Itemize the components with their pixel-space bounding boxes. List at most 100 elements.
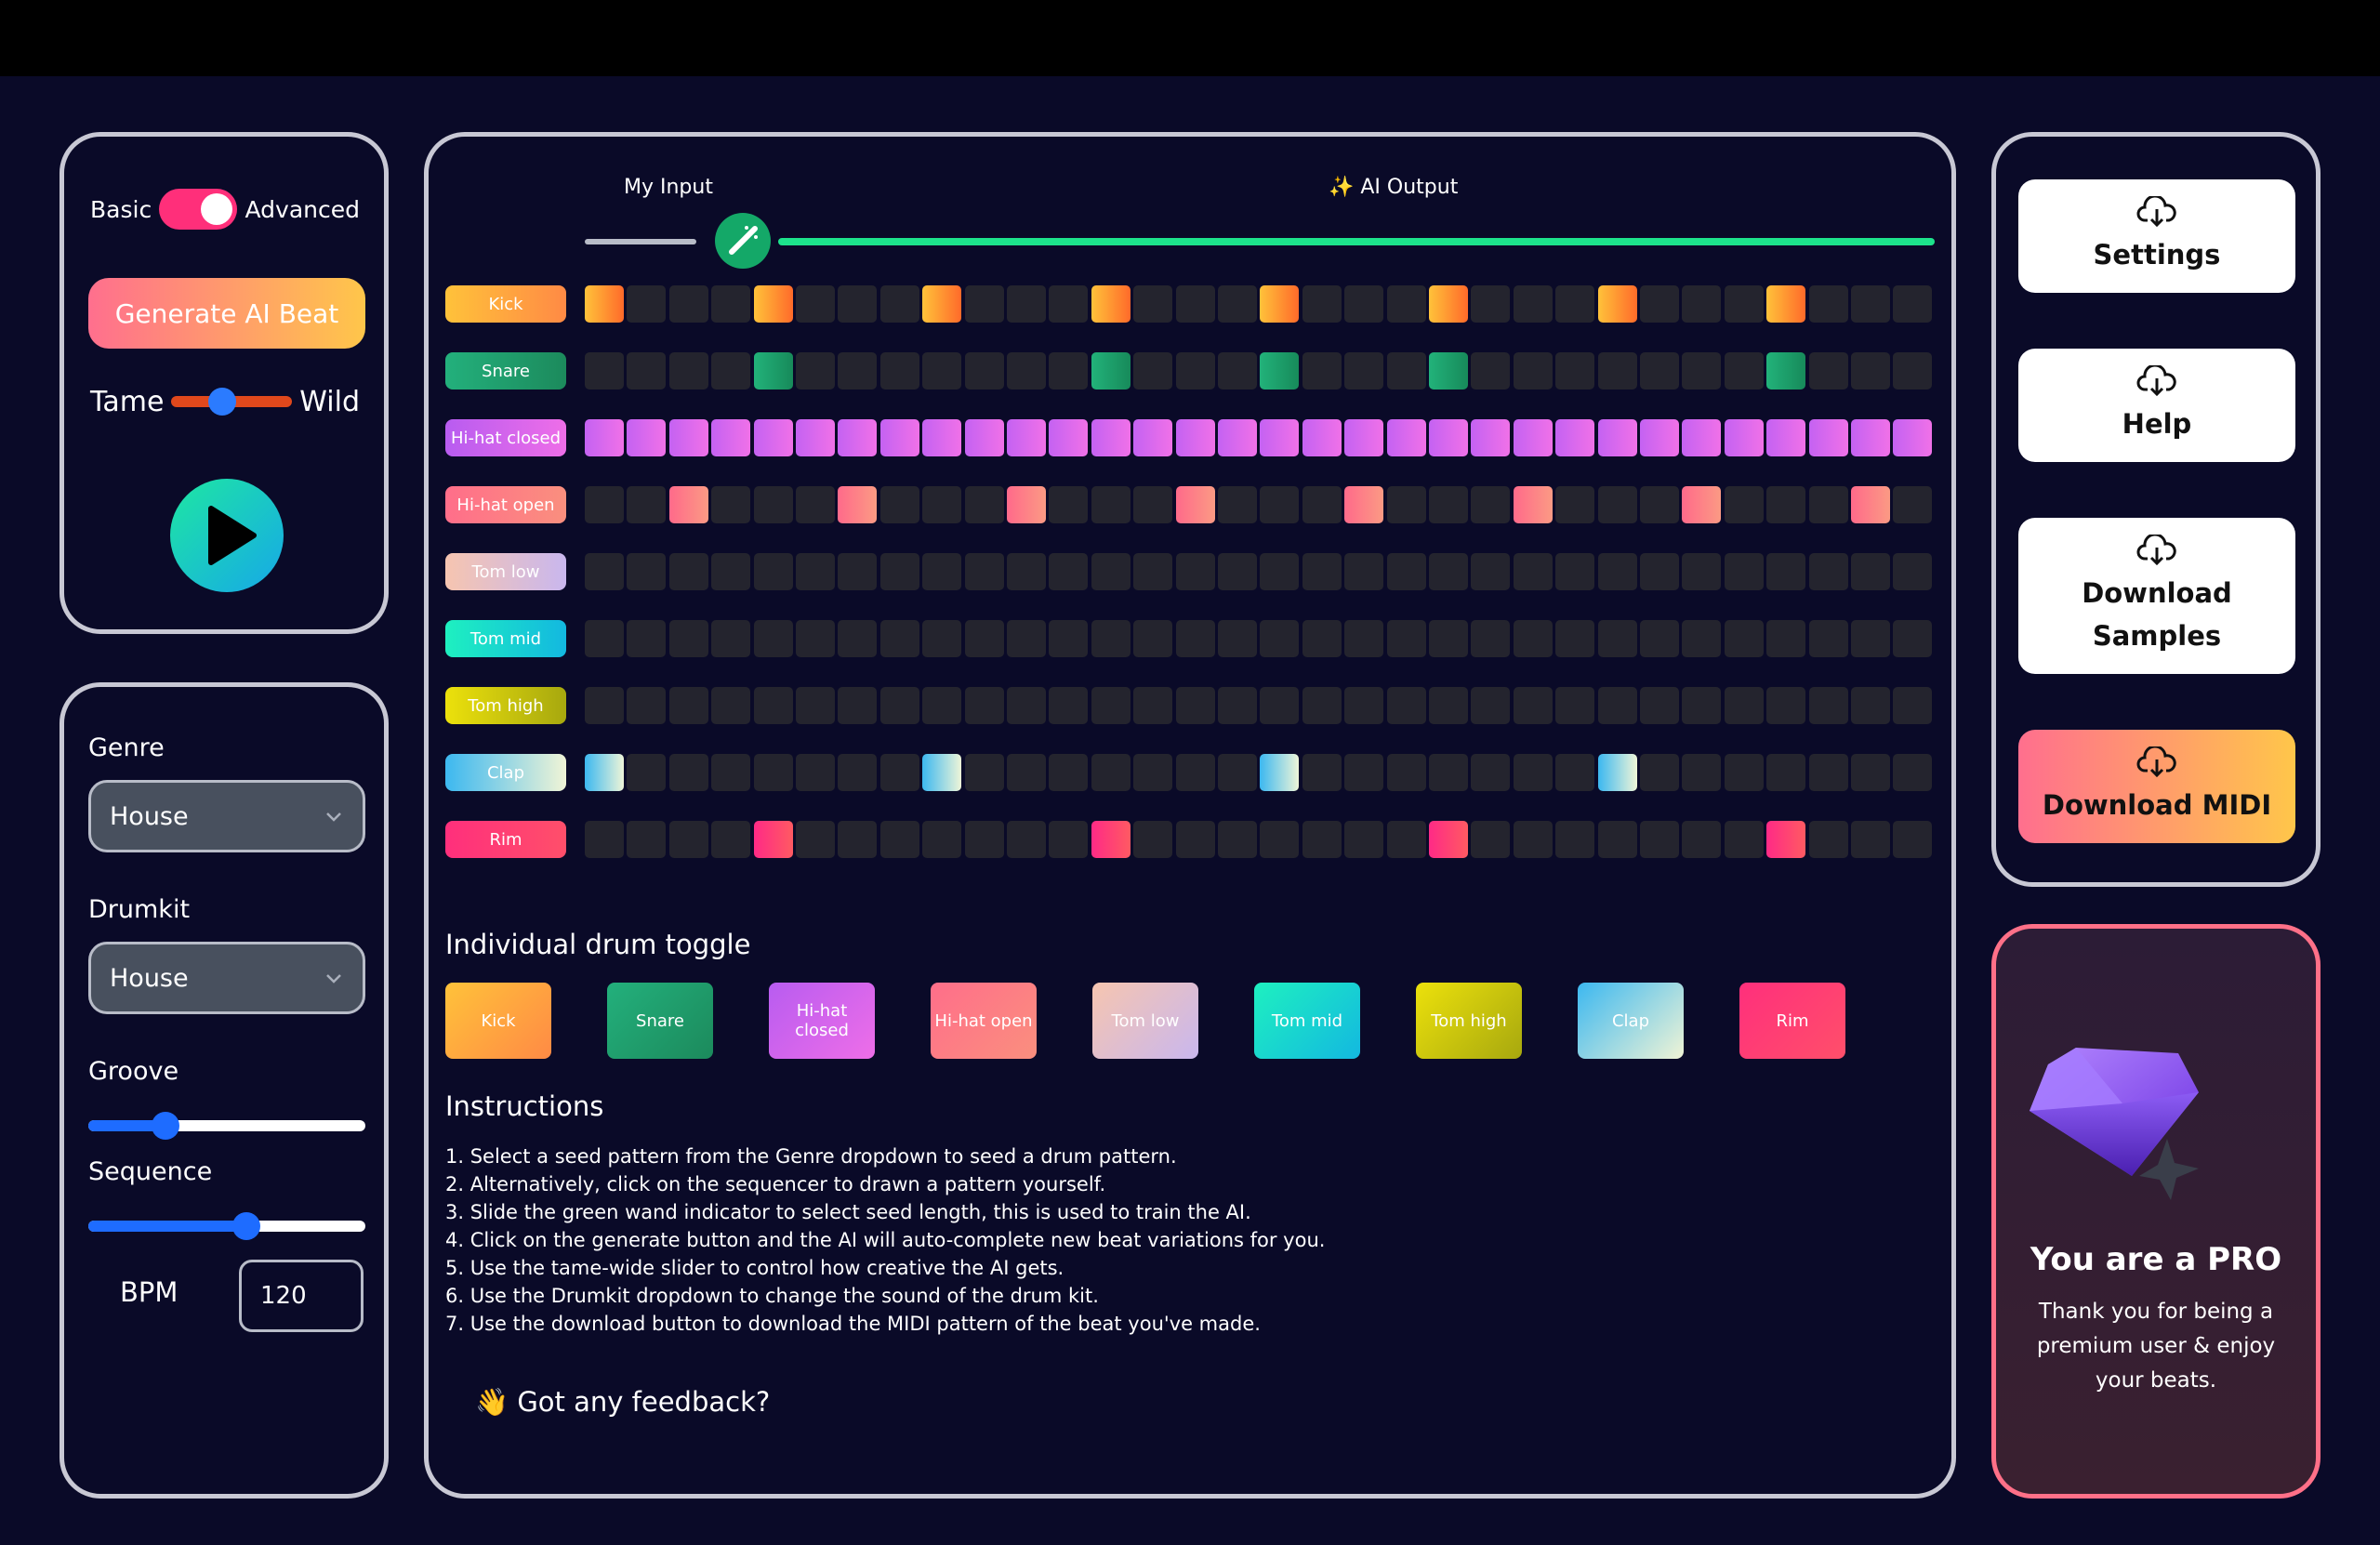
step-cell[interactable] <box>1682 754 1722 791</box>
step-cell[interactable] <box>1133 620 1173 657</box>
step-cell-active[interactable] <box>1260 352 1300 390</box>
groove-slider[interactable] <box>88 1112 365 1140</box>
step-cell[interactable] <box>1260 553 1300 590</box>
step-cell[interactable] <box>1766 486 1806 523</box>
step-cell[interactable] <box>1007 754 1046 791</box>
step-cell-active[interactable] <box>922 754 962 791</box>
step-cell[interactable] <box>1724 553 1764 590</box>
step-cell[interactable] <box>668 553 708 590</box>
step-cell-active[interactable] <box>585 285 624 323</box>
step-cell[interactable] <box>922 553 962 590</box>
step-cell[interactable] <box>668 821 708 858</box>
step-cell[interactable] <box>1851 352 1890 390</box>
step-cell[interactable] <box>753 486 793 523</box>
track-label[interactable]: Tom mid <box>445 620 566 657</box>
step-cell[interactable] <box>796 285 835 323</box>
step-cell[interactable] <box>1260 821 1300 858</box>
step-cell[interactable] <box>1471 352 1511 390</box>
drum-toggle-button[interactable]: Rim <box>1739 983 1845 1059</box>
step-cell[interactable] <box>1429 553 1468 590</box>
step-cell[interactable] <box>1766 553 1806 590</box>
step-cell[interactable] <box>1260 620 1300 657</box>
step-cell[interactable] <box>1302 285 1342 323</box>
step-cell[interactable] <box>922 821 962 858</box>
step-cell[interactable] <box>1175 285 1215 323</box>
step-cell[interactable] <box>1302 620 1342 657</box>
step-cell[interactable] <box>1429 486 1468 523</box>
step-cell[interactable] <box>796 821 835 858</box>
step-cell[interactable] <box>1386 352 1426 390</box>
step-cell-active[interactable] <box>1091 352 1130 390</box>
step-cell-active[interactable] <box>1175 419 1215 456</box>
step-cell[interactable] <box>964 754 1004 791</box>
step-cell[interactable] <box>1724 620 1764 657</box>
drum-toggle-button[interactable]: Hi-hat closed <box>769 983 875 1059</box>
step-cell-active[interactable] <box>1640 419 1679 456</box>
step-cell[interactable] <box>1133 352 1173 390</box>
step-cell[interactable] <box>1471 285 1511 323</box>
step-cell[interactable] <box>1808 754 1848 791</box>
step-cell[interactable] <box>1682 352 1722 390</box>
step-cell[interactable] <box>1344 352 1384 390</box>
step-cell[interactable] <box>1302 687 1342 724</box>
step-cell-active[interactable] <box>1808 419 1848 456</box>
step-cell-active[interactable] <box>1260 285 1300 323</box>
drumkit-select[interactable]: House <box>88 942 365 1014</box>
step-cell-active[interactable] <box>1260 754 1300 791</box>
step-cell[interactable] <box>796 754 835 791</box>
step-cell[interactable] <box>1808 285 1848 323</box>
step-cell[interactable] <box>1260 486 1300 523</box>
step-cell[interactable] <box>1513 687 1553 724</box>
step-cell[interactable] <box>1851 687 1890 724</box>
step-cell[interactable] <box>1555 754 1595 791</box>
step-cell[interactable] <box>585 821 624 858</box>
tame-wild-slider-thumb[interactable] <box>207 388 236 416</box>
step-cell[interactable] <box>1597 687 1637 724</box>
step-cell[interactable] <box>1049 352 1089 390</box>
step-cell[interactable] <box>753 687 793 724</box>
step-cell-active[interactable] <box>838 419 878 456</box>
step-cell-active[interactable] <box>1091 821 1130 858</box>
step-cell[interactable] <box>585 620 624 657</box>
step-cell-active[interactable] <box>1513 486 1553 523</box>
step-cell-active[interactable] <box>1597 285 1637 323</box>
step-cell-active[interactable] <box>964 419 1004 456</box>
bpm-input[interactable] <box>239 1260 364 1332</box>
step-cell[interactable] <box>1218 821 1257 858</box>
step-cell[interactable] <box>1386 486 1426 523</box>
track-label[interactable]: Hi-hat open <box>445 486 566 523</box>
step-cell[interactable] <box>1049 687 1089 724</box>
step-cell[interactable] <box>1007 553 1046 590</box>
step-cell[interactable] <box>1429 687 1468 724</box>
step-cell[interactable] <box>627 285 667 323</box>
step-cell[interactable] <box>1682 620 1722 657</box>
step-cell[interactable] <box>668 687 708 724</box>
feedback-link[interactable]: 👋 Got any feedback? <box>475 1386 770 1419</box>
drum-toggle-button[interactable]: Tom low <box>1092 983 1198 1059</box>
step-cell-active[interactable] <box>1851 419 1890 456</box>
step-cell[interactable] <box>1175 620 1215 657</box>
step-cell-active[interactable] <box>1429 285 1468 323</box>
step-cell[interactable] <box>1218 553 1257 590</box>
step-cell[interactable] <box>879 486 919 523</box>
track-label[interactable]: Kick <box>445 285 566 323</box>
sequence-slider-thumb[interactable] <box>231 1212 260 1240</box>
tame-wild-slider[interactable] <box>171 388 293 416</box>
step-cell[interactable] <box>1893 821 1933 858</box>
download-midi-button[interactable]: Download MIDI <box>2018 730 2295 843</box>
drum-toggle-button[interactable]: Clap <box>1578 983 1684 1059</box>
step-cell[interactable] <box>1218 687 1257 724</box>
step-cell[interactable] <box>1007 352 1046 390</box>
step-cell-active[interactable] <box>1260 419 1300 456</box>
step-cell[interactable] <box>668 754 708 791</box>
step-cell[interactable] <box>1640 687 1679 724</box>
step-cell-active[interactable] <box>1302 419 1342 456</box>
step-cell[interactable] <box>1513 352 1553 390</box>
step-cell[interactable] <box>1724 754 1764 791</box>
step-cell[interactable] <box>1218 620 1257 657</box>
step-cell[interactable] <box>964 285 1004 323</box>
play-button[interactable] <box>170 479 284 592</box>
step-cell-active[interactable] <box>1597 419 1637 456</box>
step-cell[interactable] <box>1513 821 1553 858</box>
step-cell-active[interactable] <box>711 419 751 456</box>
